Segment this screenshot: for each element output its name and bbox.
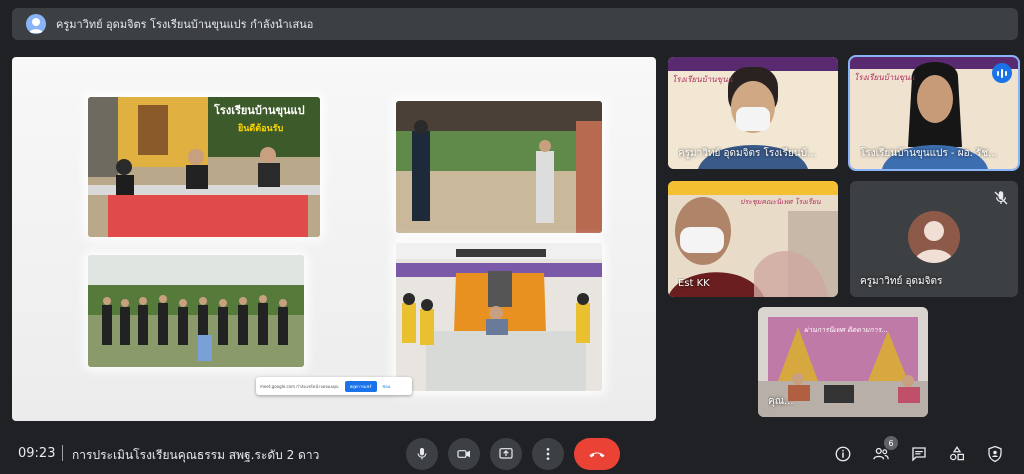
people-count-badge: 6	[884, 436, 898, 450]
photo-sign: โรงเรียนบ้านขุนแป	[214, 104, 305, 117]
meeting-details-button[interactable]	[832, 443, 854, 465]
participant-tile-4[interactable]: ครูมาวิทย์ อุดมจิตร	[850, 181, 1018, 297]
more-options-button[interactable]	[532, 438, 564, 470]
participant-name: ครูมาวิทย์ อุดมจิตร โรงเรียนบ้...	[678, 148, 817, 159]
tile-banner: ผ่านการนิเทศ ติดตามการ...	[804, 326, 888, 334]
host-controls-icon	[988, 445, 1002, 463]
participant-tile-5[interactable]: ผ่านการนิเทศ ติดตามการ... คุณ...	[758, 307, 928, 417]
end-call-icon	[589, 452, 605, 458]
participant-name: Est KK	[678, 278, 710, 289]
screen-share[interactable]: โรงเรียนบ้านขุนแป ยินดีต้อนรับ meet.goog…	[12, 57, 656, 421]
stop-sharing-button[interactable]: หยุดการแชร์	[344, 380, 377, 392]
sharing-notification: meet.google.com กำลังแชร์หน้าจอของคุณ หย…	[256, 377, 412, 395]
sharing-text: meet.google.com กำลังแชร์หน้าจอของคุณ	[260, 383, 339, 389]
participant-name: โรงเรียนบ้านขุนแปร - ผอ. รัช...	[860, 148, 998, 159]
host-controls-button[interactable]	[984, 443, 1006, 465]
user-avatar-icon	[26, 14, 46, 34]
presenter-banner-text: ครูมาวิทย์ อุดมจิตร โรงเรียนบ้านขุนแปร ก…	[56, 18, 314, 31]
participant-tile-1[interactable]: โรงเรียนบ้านขุนแ ครูมาวิทย์ อุดมจิตร โรง…	[668, 57, 838, 169]
speaking-indicator-icon	[992, 63, 1012, 83]
mic-icon	[417, 448, 427, 460]
tile-banner: โรงเรียนบ้านขุนแ	[854, 73, 915, 82]
hide-button[interactable]: ซ่อน	[383, 383, 391, 390]
shared-photo-meeting-hall	[396, 243, 602, 391]
activities-button[interactable]	[946, 443, 968, 465]
bottom-control-bar: 09:23 การประเมินโรงเรียนคุณธรรม สพฐ.ระดั…	[0, 434, 1024, 474]
camera-button[interactable]	[448, 438, 480, 470]
info-icon	[835, 446, 851, 462]
mic-off-icon	[994, 191, 1008, 205]
participant-name: ครูมาวิทย์ อุดมจิตร	[860, 276, 943, 287]
shared-photo-meeting-room: โรงเรียนบ้านขุนแป ยินดีต้อนรับ	[88, 97, 320, 237]
present-icon	[499, 448, 513, 459]
tile-banner: ประชุมคณะนิเทศ โรงเรียน	[740, 198, 821, 206]
camera-icon	[457, 450, 470, 458]
presenter-banner: ครูมาวิทย์ อุดมจิตร โรงเรียนบ้านขุนแปร ก…	[12, 8, 1018, 40]
shared-photo-group	[88, 255, 304, 367]
chat-icon	[912, 447, 926, 462]
meeting-clock: 09:23	[18, 446, 56, 461]
photo-sign-welcome: ยินดีต้อนรับ	[238, 124, 284, 134]
more-icon	[546, 448, 550, 460]
divider	[62, 445, 63, 461]
participant-name: คุณ...	[768, 396, 794, 407]
shared-photo-garden	[396, 101, 602, 233]
meeting-title: การประเมินโรงเรียนคุณธรรม สพฐ.ระดับ 2 ดา…	[72, 448, 320, 462]
mic-button[interactable]	[406, 438, 438, 470]
tile-banner: โรงเรียนบ้านขุนแ	[672, 75, 733, 84]
activities-icon	[949, 446, 965, 461]
present-button[interactable]	[490, 438, 522, 470]
end-call-button[interactable]	[574, 438, 620, 470]
participant-tile-3[interactable]: ประชุมคณะนิเทศ โรงเรียน Est KK	[668, 181, 838, 297]
chat-button[interactable]	[908, 443, 930, 465]
participant-tile-2[interactable]: โรงเรียนบ้านขุนแ โรงเรียนบ้านขุนแปร - ผอ…	[850, 57, 1018, 169]
participant-avatar	[908, 211, 960, 263]
